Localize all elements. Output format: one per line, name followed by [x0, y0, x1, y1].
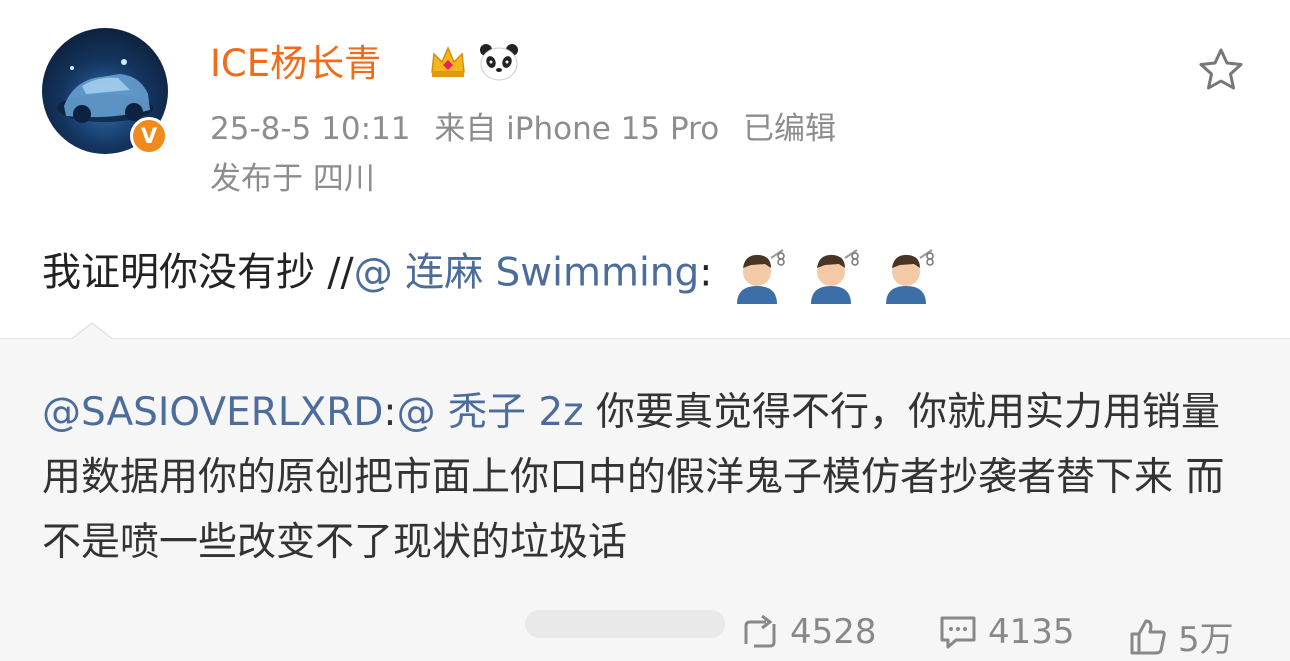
comment-icon	[940, 616, 976, 649]
haircut-emoji-icon	[736, 249, 785, 304]
like-icon	[1130, 619, 1166, 654]
like-count: 5万	[1178, 620, 1234, 660]
edited-label[interactable]: 已编辑	[743, 111, 836, 147]
comment-count: 4135	[988, 612, 1075, 652]
repost-button[interactable]: 4528	[740, 612, 877, 652]
repost-icon	[744, 614, 776, 648]
haircut-emoji-icon	[811, 249, 859, 304]
haircut-emoji-icon	[885, 249, 934, 304]
post-meta: 25-8-5 10:11 来自 iPhone 15 Pro 已编辑	[210, 108, 850, 150]
post-source: 来自 iPhone 15 Pro	[434, 111, 720, 147]
post-text-colon: :	[699, 250, 713, 296]
post-text: 我证明你没有抄 //@ 连麻 Swimming:	[42, 246, 936, 304]
crown-emoji-icon	[431, 46, 465, 77]
username[interactable]: ICE杨长青	[210, 38, 381, 90]
repost-mention-link[interactable]: @ 秃子 2z	[397, 390, 584, 435]
post-timestamp: 25-8-5 10:11	[210, 111, 411, 147]
action-bar: 4528 4135 5万	[0, 612, 1290, 660]
verified-badge: V	[130, 117, 168, 155]
post-text-main: 我证明你没有抄 //	[42, 250, 354, 296]
repost-author-link[interactable]: @SASIOVERLXRD	[42, 390, 383, 435]
mention-link[interactable]: @ 连麻 Swimming	[354, 251, 700, 296]
repost-box-pointer-inner	[71, 324, 113, 340]
post-location: 发布于 四川	[210, 161, 375, 197]
repost-text: @SASIOVERLXRD:@ 秃子 2z 你要真觉得不行，你就用实力用销量用数…	[42, 380, 1257, 575]
repost-colon: :	[383, 390, 397, 435]
repost-count: 4528	[790, 612, 877, 652]
comment-button[interactable]: 4135	[938, 612, 1075, 652]
star-icon[interactable]	[1196, 46, 1246, 94]
panda-emoji-icon	[480, 44, 518, 81]
like-button[interactable]: 5万	[1128, 612, 1234, 661]
